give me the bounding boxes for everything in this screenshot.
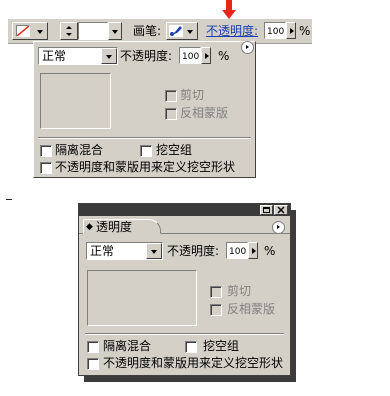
opacity-mask-label: 不透明度和蒙版用来定义挖空形状 [103,356,284,370]
fill-swatch-button[interactable] [12,22,48,40]
opacity-label: 不透明度: [167,244,220,258]
stroke-weight-dropdown[interactable] [108,22,122,40]
percent-sign: % [218,49,230,63]
transparency-palette: ◆ 透明度 正常 不透明度: 100 % 剪切 反相蒙版 隔离混合 挖空组 不透… [78,203,291,376]
blend-mode-value: 正常 [42,49,67,63]
opacity-input[interactable]: 100 [179,47,201,64]
opacity-mask-checkbox[interactable] [87,358,99,370]
minimize-icon [263,207,270,213]
opacity-link[interactable]: 不透明度: [206,24,258,38]
panel-menu-icon [246,45,249,49]
percent-sign: % [299,24,311,38]
clip-label: 剪切 [227,284,252,298]
opacity-arrow-button[interactable] [286,22,296,39]
mask-thumbnail [40,73,111,129]
divider [85,333,284,335]
chevron-right-icon [252,248,256,254]
blend-mode-dropdown[interactable] [146,243,162,259]
tab-grip-icon: ◆ [86,222,93,232]
opacity-arrow-button[interactable] [201,47,211,64]
blend-mode-select[interactable]: 正常 [38,47,118,65]
isolate-blend-checkbox[interactable] [87,341,99,353]
percent-sign: % [264,244,276,258]
opacity-arrow-button[interactable] [248,242,258,259]
stroke-stepper[interactable] [60,22,78,40]
close-icon [277,206,285,214]
opacity-value: 100 [229,247,247,257]
opacity-input[interactable]: 100 [226,242,248,259]
knockout-group-checkbox[interactable] [185,341,197,353]
close-button[interactable] [274,205,288,215]
invert-mask-checkbox[interactable] [210,304,222,316]
chevron-right-icon [205,53,209,59]
blend-mode-dropdown[interactable] [101,48,117,64]
minimize-button[interactable] [260,205,273,215]
palette-title-bar[interactable] [79,204,290,216]
opacity-value: 100 [267,27,285,37]
invert-mask-label: 反相蒙版 [180,106,229,120]
down-arrow-icon [66,33,72,36]
clip-checkbox[interactable] [165,90,177,102]
tab-transparency[interactable]: ◆ 透明度 [83,219,161,234]
chevron-right-icon [290,28,294,34]
isolate-blend-checkbox[interactable] [40,145,52,157]
panel-menu-button[interactable] [241,41,254,54]
chevron-down-icon [106,55,112,59]
invert-mask-checkbox[interactable] [165,108,177,120]
transparency-dropdown-panel: 正常 不透明度: 100 % 剪切 反相蒙版 隔离混合 挖空组 不透明度和蒙版用… [33,41,256,178]
chevron-down-icon [37,30,43,34]
chevron-down-icon [112,30,118,34]
opacity-mask-checkbox[interactable] [40,162,52,174]
opacity-mask-label: 不透明度和蒙版用来定义挖空形状 [55,160,236,174]
mask-thumbnail [87,270,197,326]
isolate-blend-label: 隔离混合 [103,339,152,353]
up-arrow-icon [66,26,72,29]
clip-checkbox[interactable] [210,286,222,298]
opacity-value: 100 [182,52,200,62]
stray-dash: _ [6,186,12,200]
panel-menu-button[interactable] [272,221,285,234]
brush-picker-button[interactable] [166,22,198,40]
brush-icon [169,25,183,37]
brush-label: 画笔: [133,24,162,38]
blend-mode-value: 正常 [90,244,115,258]
panel-menu-icon [277,225,280,229]
opacity-label: 不透明度: [120,49,173,63]
tab-label: 透明度 [96,220,133,234]
opacity-input[interactable]: 100 [264,22,286,39]
knockout-group-checkbox[interactable] [140,145,152,157]
invert-mask-label: 反相蒙版 [227,302,276,316]
chevron-down-icon [151,250,157,254]
knockout-group-label: 挖空组 [203,339,240,353]
isolate-blend-label: 隔离混合 [55,143,104,157]
chevron-down-icon [187,30,193,34]
knockout-group-label: 挖空组 [156,143,193,157]
divider [38,137,251,139]
fill-none-swatch-icon [16,25,30,37]
clip-label: 剪切 [180,88,205,102]
red-arrow-callout-icon [222,0,236,20]
stroke-weight-field[interactable] [78,22,108,40]
blend-mode-select[interactable]: 正常 [86,242,163,260]
